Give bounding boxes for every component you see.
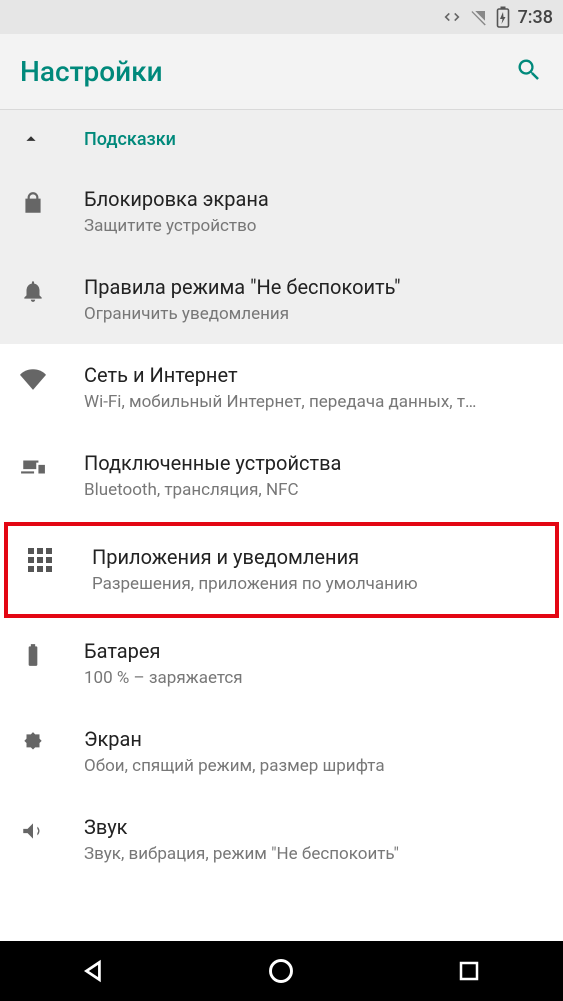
page-title: Настройки bbox=[20, 55, 163, 88]
hint-title: Блокировка экрана bbox=[84, 186, 543, 213]
nav-home-button[interactable] bbox=[246, 951, 316, 991]
hint-sub: Ограничить уведомления bbox=[84, 303, 543, 326]
code-icon bbox=[442, 7, 462, 27]
hints-label: Подсказки bbox=[84, 129, 176, 150]
hints-header[interactable]: Подсказки bbox=[0, 110, 563, 168]
hint-title: Правила режима "Не беспокоить" bbox=[84, 274, 543, 301]
settings-title: Подключенные устройства bbox=[84, 450, 543, 477]
bell-icon bbox=[20, 274, 64, 304]
settings-sub: 100 % – заряжается bbox=[84, 667, 543, 690]
no-sim-icon bbox=[470, 8, 488, 26]
status-bar: 7:38 bbox=[0, 0, 563, 34]
hint-dnd-rules[interactable]: Правила режима "Не беспокоить" Ограничит… bbox=[0, 256, 563, 344]
hint-sub: Защитите устройство bbox=[84, 215, 543, 238]
circle-home-icon bbox=[267, 957, 295, 985]
search-icon bbox=[515, 56, 543, 84]
settings-connected-devices[interactable]: Подключенные устройства Bluetooth, транс… bbox=[0, 432, 563, 520]
settings-sub: Звук, вибрация, режим "Не беспокоить" bbox=[84, 843, 543, 866]
hint-lock-screen[interactable]: Блокировка экрана Защитите устройство bbox=[0, 168, 563, 256]
settings-title: Приложения и уведомления bbox=[92, 544, 535, 571]
settings-title: Батарея bbox=[84, 638, 543, 665]
settings-battery[interactable]: Батарея 100 % – заряжается bbox=[0, 620, 563, 708]
settings-title: Звук bbox=[84, 814, 543, 841]
settings-sub: Разрешения, приложения по умолчанию bbox=[92, 573, 535, 596]
clock-text: 7:38 bbox=[518, 7, 553, 28]
settings-title: Экран bbox=[84, 726, 543, 753]
lock-icon bbox=[20, 186, 64, 216]
battery-icon bbox=[496, 6, 510, 28]
apps-icon bbox=[28, 544, 72, 572]
sound-icon bbox=[20, 814, 64, 844]
settings-list: Сеть и Интернет Wi-Fi, мобильный Интерне… bbox=[0, 344, 563, 884]
settings-sound[interactable]: Звук Звук, вибрация, режим "Не беспокоит… bbox=[0, 796, 563, 884]
settings-sub: Wi-Fi, мобильный Интернет, передача данн… bbox=[84, 391, 543, 414]
battery-icon bbox=[20, 638, 64, 668]
triangle-back-icon bbox=[81, 958, 107, 984]
settings-apps-notifications[interactable]: Приложения и уведомления Разрешения, при… bbox=[4, 522, 559, 618]
brightness-icon bbox=[20, 726, 64, 756]
nav-back-button[interactable] bbox=[59, 951, 129, 991]
nav-bar bbox=[0, 941, 563, 1001]
settings-network[interactable]: Сеть и Интернет Wi-Fi, мобильный Интерне… bbox=[0, 344, 563, 432]
chevron-up-icon bbox=[20, 128, 42, 150]
devices-icon bbox=[20, 450, 64, 480]
settings-sub: Обои, спящий режим, размер шрифта bbox=[84, 755, 543, 778]
settings-sub: Bluetooth, трансляция, NFC bbox=[84, 479, 543, 502]
square-recent-icon bbox=[457, 959, 481, 983]
search-button[interactable] bbox=[515, 56, 543, 88]
nav-recent-button[interactable] bbox=[434, 951, 504, 991]
settings-display[interactable]: Экран Обои, спящий режим, размер шрифта bbox=[0, 708, 563, 796]
app-bar: Настройки bbox=[0, 34, 563, 110]
hints-section: Подсказки Блокировка экрана Защитите уст… bbox=[0, 110, 563, 344]
settings-title: Сеть и Интернет bbox=[84, 362, 543, 389]
wifi-icon bbox=[20, 362, 64, 392]
